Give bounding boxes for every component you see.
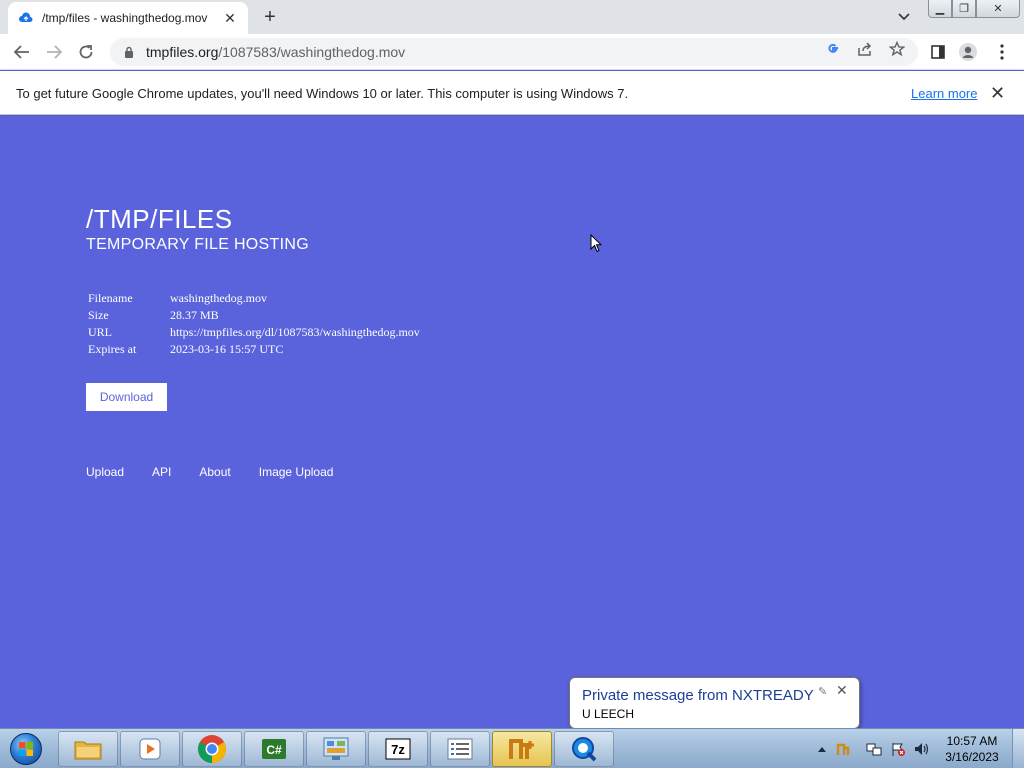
size-label: Size [88,308,109,322]
back-arrow-icon[interactable] [10,40,34,64]
taskbar-clock[interactable]: 10:57 AM 3/16/2023 [940,733,1004,765]
csharp-app-icon[interactable]: C# [244,731,304,767]
volume-icon[interactable] [914,741,930,757]
footer-link-upload[interactable]: Upload [86,465,124,479]
google-translate-icon[interactable] [824,40,842,58]
chrome-icon[interactable] [182,731,242,767]
footer-link-api[interactable]: API [152,465,171,479]
file-info-table: Filename washingthedog.mov Size 28.37 MB… [86,290,422,358]
menu-kebab-icon[interactable] [992,42,1012,62]
share-icon[interactable] [856,40,874,58]
tab-strip: /tmp/files - washingthedog.mov ✕ + ▁ ❐ ✕ [0,0,1024,34]
url-domain: tmpfiles.org [146,44,219,60]
action-center-flag-icon[interactable] [890,741,906,757]
tab-close-icon[interactable]: ✕ [222,10,238,26]
table-row: Expires at 2023-03-16 15:57 UTC [86,341,422,358]
control-panel-icon[interactable] [306,731,366,767]
table-row: Size 28.37 MB [86,307,422,324]
mouse-cursor-icon [590,233,603,258]
notification-title: Private message from NXTREADY [582,687,814,704]
show-desktop-button[interactable] [1012,729,1024,768]
url-value: https://tmpfiles.org/dl/1087583/washingt… [170,325,420,339]
clock-time: 10:57 AM [946,734,998,748]
page-content: /TMP/FILES TEMPORARY FILE HOSTING Filena… [0,116,1024,728]
start-button[interactable] [4,731,48,767]
footer-link-about[interactable]: About [199,465,230,479]
notepad-list-icon[interactable] [430,731,490,767]
size-value: 28.37 MB [170,308,219,322]
cloud-upload-icon [18,10,34,26]
svg-text:C#: C# [266,743,282,757]
expires-label: Expires at [88,342,137,356]
update-infobar: To get future Google Chrome updates, you… [0,71,1024,115]
close-window-button[interactable]: ✕ [976,0,1020,18]
profile-avatar-icon[interactable] [958,42,978,62]
svg-text:7z: 7z [391,742,405,757]
learn-more-link[interactable]: Learn more [911,86,977,101]
reload-icon[interactable] [74,40,98,64]
pin-icon[interactable]: ✎ [818,685,827,698]
lock-icon[interactable] [122,45,136,59]
table-row: Filename washingthedog.mov [86,290,422,307]
address-bar[interactable]: tmpfiles.org/1087583/washingthedog.mov [110,38,918,66]
windows-logo-icon [10,733,42,765]
7zip-icon[interactable]: 7z [368,731,428,767]
tab-active[interactable]: /tmp/files - washingthedog.mov ✕ [8,2,248,34]
restore-button[interactable]: ❐ [952,0,976,18]
browser-toolbar: tmpfiles.org/1087583/washingthedog.mov [0,34,1024,70]
tab-search-chevron-icon[interactable] [894,8,914,26]
forward-arrow-icon[interactable] [42,40,66,64]
url-path: /1087583/washingthedog.mov [218,44,406,60]
table-row: URL https://tmpfiles.org/dl/1087583/wash… [86,324,422,341]
site-title: /TMP/FILES [86,204,233,234]
tab-title: /tmp/files - washingthedog.mov [42,11,208,25]
network-icon[interactable] [866,741,882,757]
nx-tray-icon[interactable] [836,741,852,757]
infobar-close-icon[interactable]: ✕ [990,83,1005,104]
taskbar: C# 7z 10:57 AM 3/16/2023 [0,728,1024,768]
quicktime-icon[interactable] [554,731,614,767]
nx-app-icon[interactable] [492,731,552,767]
bookmark-star-icon[interactable] [888,40,906,58]
infobar-message: To get future Google Chrome updates, you… [16,86,629,101]
filename-value: washingthedog.mov [170,291,267,305]
side-panel-icon[interactable] [928,42,948,62]
minimize-button[interactable]: ▁ [928,0,952,18]
filename-label: Filename [88,291,133,305]
url-text: tmpfiles.org/1087583/washingthedog.mov [146,44,405,60]
explorer-icon[interactable] [58,731,118,767]
clock-date: 3/16/2023 [945,750,999,764]
footer-nav: Upload API About Image Upload [86,465,361,479]
url-label: URL [88,325,112,339]
new-tab-button[interactable]: + [258,6,282,28]
notification-body: U LEECH [582,707,635,721]
site-subtitle: TEMPORARY FILE HOSTING [86,236,309,253]
notification-balloon[interactable]: Private message from NXTREADY U LEECH ✎ … [569,677,860,729]
media-player-icon[interactable] [120,731,180,767]
expires-value: 2023-03-16 15:57 UTC [170,342,284,356]
footer-link-image-upload[interactable]: Image Upload [259,465,334,479]
show-hidden-icons-icon[interactable] [814,741,830,757]
download-button[interactable]: Download [86,383,167,411]
notification-close-icon[interactable]: ✕ [836,682,848,699]
